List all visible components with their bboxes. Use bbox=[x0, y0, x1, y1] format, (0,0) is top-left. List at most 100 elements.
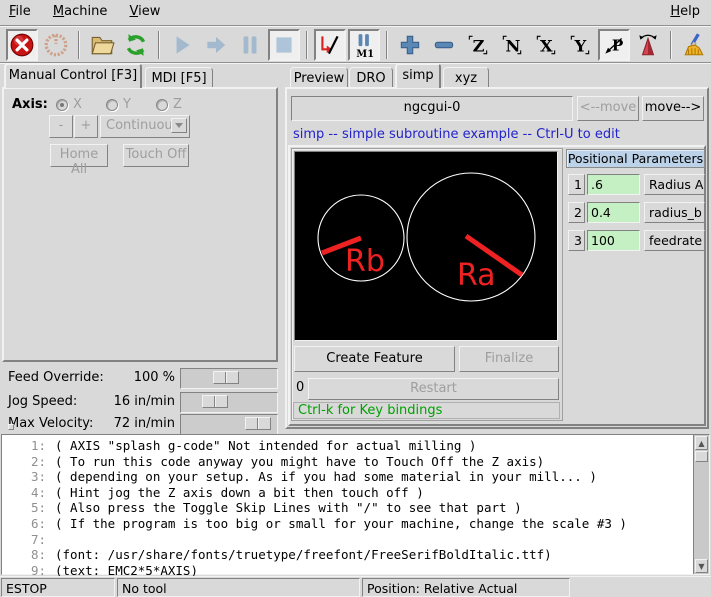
subroutine-description: simp -- simple subroutine example -- Ctr… bbox=[293, 127, 620, 142]
machine-power-icon bbox=[43, 32, 69, 58]
create-feature-button[interactable]: Create Feature bbox=[294, 346, 455, 372]
step-button[interactable] bbox=[200, 29, 232, 61]
machine-power-button[interactable] bbox=[40, 29, 72, 61]
key-bindings-hint: Ctrl-k for Key bindings bbox=[293, 402, 560, 419]
param-value-input[interactable]: .6 bbox=[587, 174, 640, 195]
axis-label: Axis: bbox=[12, 97, 48, 112]
param-row: 2 0.4 radius_b bbox=[566, 202, 706, 224]
tab-manual-control[interactable]: Manual Control [F3] bbox=[4, 63, 142, 88]
view-y-icon: Y bbox=[567, 32, 593, 58]
tab-dro[interactable]: DRO bbox=[349, 67, 393, 88]
rotate-view-icon bbox=[635, 32, 661, 58]
step-icon bbox=[203, 32, 229, 58]
finalize-button[interactable]: Finalize bbox=[459, 346, 559, 372]
param-name-label: Radius A bbox=[644, 174, 705, 195]
menu-bar: File Machine View Help bbox=[0, 0, 711, 26]
scroll-down-icon[interactable]: ▼ bbox=[695, 559, 708, 573]
preview-panel: Preview DRO simp xyz ngcgui-0 <--move mo… bbox=[285, 63, 709, 434]
toolbar-separator bbox=[158, 31, 160, 59]
status-machine-state: ESTOP bbox=[1, 578, 115, 597]
optional-pause-button[interactable]: M1 bbox=[348, 29, 380, 61]
restart-count: 0 bbox=[296, 380, 304, 395]
tab-xyz[interactable]: xyz bbox=[443, 67, 489, 88]
rotate-view-button[interactable] bbox=[632, 29, 664, 61]
param-name-label: radius_b bbox=[644, 202, 705, 223]
axis-radio-y[interactable]: Y bbox=[106, 97, 131, 112]
feed-override-slider[interactable] bbox=[180, 368, 278, 389]
menu-view[interactable]: View bbox=[120, 0, 169, 26]
open-file-button[interactable] bbox=[86, 29, 118, 61]
view-z-button[interactable]: Z bbox=[462, 29, 494, 61]
toolbar: M1 Z N bbox=[0, 27, 711, 63]
jog-mode-select[interactable]: Continuous bbox=[100, 115, 190, 138]
gcode-line: 7: bbox=[2, 532, 709, 548]
tab-simp[interactable]: simp bbox=[395, 63, 441, 88]
toggle-skip-lines-button[interactable] bbox=[314, 29, 346, 61]
preview-canvas: Rb Ra bbox=[294, 151, 558, 341]
gcode-line: 2:( To run this code anyway you might ha… bbox=[2, 454, 709, 470]
gcode-line: 3:( depending on your setup. As if you h… bbox=[2, 469, 709, 485]
zoom-out-button[interactable] bbox=[428, 29, 460, 61]
gcode-line: 4:( Hint jog the Z axis down a bit then … bbox=[2, 485, 709, 501]
gcode-listing[interactable]: 1:( AXIS "splash g-code" Not intended fo… bbox=[1, 434, 710, 575]
resize-grip[interactable] bbox=[8, 424, 14, 430]
slider-handle[interactable] bbox=[213, 371, 239, 384]
scroll-up-icon[interactable]: ▲ bbox=[695, 436, 708, 450]
stop-icon bbox=[271, 32, 297, 58]
jog-plus-button[interactable]: + bbox=[74, 115, 98, 138]
radius-a-label: Ra bbox=[457, 258, 496, 293]
svg-text:N: N bbox=[506, 36, 521, 55]
jog-minus-button[interactable]: - bbox=[49, 115, 73, 138]
view-z-rotated-icon: N bbox=[499, 32, 525, 58]
view-x-icon: X bbox=[533, 32, 559, 58]
param-value-input[interactable]: 100 bbox=[587, 230, 640, 251]
estop-button[interactable] bbox=[6, 29, 38, 61]
home-all-button[interactable]: Home All bbox=[50, 144, 108, 167]
manual-control-panel: Manual Control [F3] MDI [F5] Axis: X Y Z… bbox=[0, 63, 284, 434]
tab-preview[interactable]: Preview bbox=[290, 67, 348, 88]
optional-pause-icon: M1 bbox=[351, 32, 377, 58]
radio-icon bbox=[56, 99, 68, 111]
slider-handle[interactable] bbox=[202, 395, 228, 408]
feed-override-row: Feed Override: 100 % bbox=[0, 368, 284, 390]
max-velocity-value: 72 in/min bbox=[10, 416, 175, 431]
pause-button[interactable] bbox=[234, 29, 266, 61]
stop-button[interactable] bbox=[268, 29, 300, 61]
touch-off-button[interactable]: Touch Off bbox=[123, 144, 189, 167]
open-file-icon bbox=[89, 32, 115, 58]
run-button[interactable] bbox=[166, 29, 198, 61]
tab-mdi[interactable]: MDI [F5] bbox=[145, 67, 213, 88]
simp-tab-frame: ngcgui-0 <--move move--> simp -- simple … bbox=[285, 87, 709, 429]
view-z-rotated-button[interactable]: N bbox=[496, 29, 528, 61]
clear-plot-button[interactable] bbox=[678, 29, 710, 61]
jog-speed-slider[interactable] bbox=[180, 392, 278, 413]
restart-button[interactable]: Restart bbox=[308, 378, 559, 400]
view-x-button[interactable]: X bbox=[530, 29, 562, 61]
axis-radio-z[interactable]: Z bbox=[156, 97, 182, 112]
axis-window: File Machine View Help bbox=[0, 0, 711, 597]
move-right-button[interactable]: move--> bbox=[642, 96, 704, 121]
menu-machine[interactable]: Machine bbox=[44, 0, 116, 26]
toolbar-separator bbox=[306, 31, 308, 59]
view-y-button[interactable]: Y bbox=[564, 29, 596, 61]
status-position-mode: Position: Relative Actual bbox=[362, 578, 570, 597]
slider-handle[interactable] bbox=[245, 417, 271, 430]
menu-help[interactable]: Help bbox=[661, 0, 709, 26]
toolbar-separator bbox=[670, 31, 672, 59]
view-perspective-button[interactable]: P bbox=[598, 29, 630, 61]
max-velocity-slider[interactable] bbox=[180, 414, 278, 435]
jog-speed-value: 16 in/min bbox=[10, 394, 175, 409]
move-left-button[interactable]: <--move bbox=[577, 96, 639, 121]
zoom-in-button[interactable] bbox=[394, 29, 426, 61]
menu-file[interactable]: File bbox=[0, 0, 40, 26]
gcode-scrollbar[interactable]: ▲ ▼ bbox=[693, 435, 709, 574]
skip-lines-icon bbox=[317, 32, 343, 58]
view-z-icon: Z bbox=[465, 32, 491, 58]
axis-radio-x[interactable]: X bbox=[56, 97, 82, 112]
scroll-thumb[interactable] bbox=[695, 451, 708, 462]
toolbar-separator bbox=[78, 31, 80, 59]
param-value-input[interactable]: 0.4 bbox=[587, 202, 640, 223]
reload-button[interactable] bbox=[120, 29, 152, 61]
svg-text:X: X bbox=[540, 36, 553, 55]
gcode-line: 5:( Also press the Toggle Skip Lines wit… bbox=[2, 500, 709, 516]
